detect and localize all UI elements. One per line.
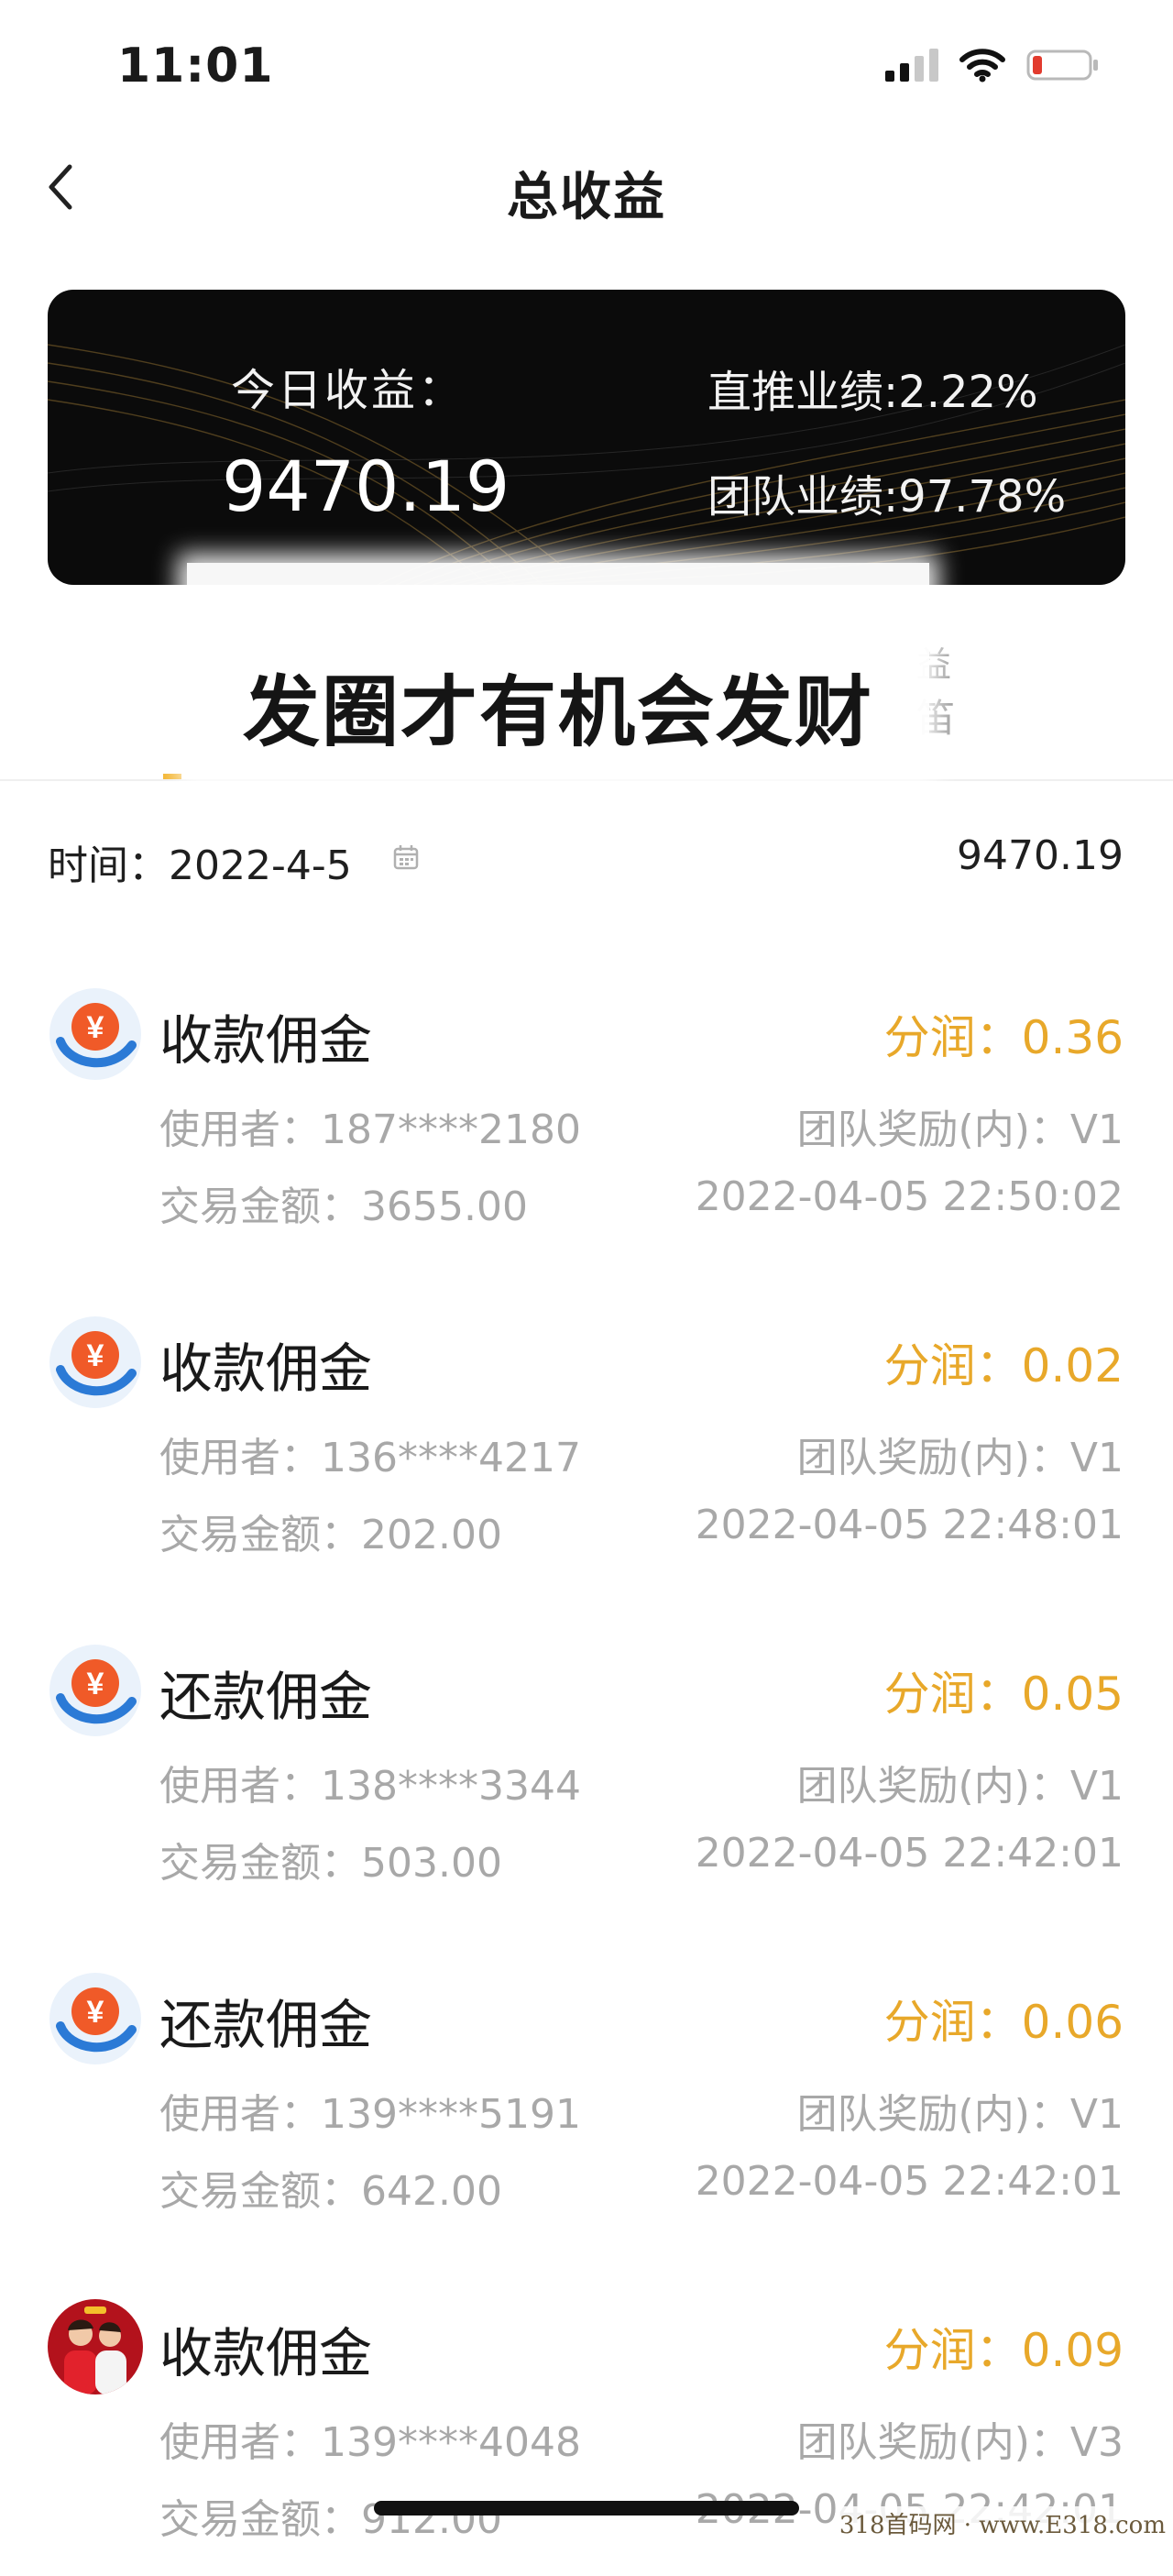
record-time: 2022-04-05 22:42:01 — [695, 1830, 1124, 1877]
watermark: 318首码网 · www.E318.com — [835, 2506, 1169, 2540]
today-earnings-label: 今日收益： — [231, 365, 466, 416]
record-time: 2022-04-05 22:50:02 — [695, 1173, 1124, 1220]
record-user: 使用者：139****5191 — [159, 2091, 581, 2138]
record-share: 分润：0.05 — [883, 1668, 1124, 1721]
calendar-icon[interactable] — [392, 843, 420, 875]
record-type: 收款佣金 — [159, 1338, 373, 1400]
earnings-summary-card: 今日收益： 9470.19 直推业绩:2.22% 团队业绩:97.78% — [48, 290, 1125, 585]
record-share: 分润：0.36 — [883, 1011, 1124, 1064]
svg-text:¥: ¥ — [87, 1010, 104, 1045]
yuan-hand-icon: ¥ — [48, 1643, 143, 1738]
record-level: 团队奖励(内)：V1 — [796, 1106, 1124, 1153]
status-icons — [885, 48, 1100, 83]
record-level: 团队奖励(内)：V1 — [796, 1435, 1124, 1481]
decorative-waves — [48, 344, 1125, 585]
date-filter-row: 时间：2022-4-5 9470.19 — [0, 825, 1173, 898]
record-level: 团队奖励(内)：V1 — [796, 2091, 1124, 2138]
record-amount: 交易金额：642.00 — [159, 2168, 502, 2215]
record-level: 团队奖励(内)：V3 — [796, 2419, 1124, 2466]
record-user: 使用者：187****2180 — [159, 1106, 581, 1153]
cellular-signal-icon — [885, 49, 938, 82]
record-share: 分润：0.06 — [883, 1996, 1124, 2049]
record-time: 2022-04-05 22:48:01 — [695, 1502, 1124, 1548]
list-item[interactable]: ¥ 收款佣金 分润：0.36 使用者：187****2180 团队奖励(内)：V… — [0, 961, 1173, 1263]
record-amount: 交易金额：912.00 — [159, 2496, 502, 2543]
date-total-value: 9470.19 — [957, 832, 1124, 879]
record-type: 收款佣金 — [159, 2322, 373, 2384]
svg-text:¥: ¥ — [87, 1338, 104, 1373]
divider — [0, 779, 1173, 781]
record-type: 收款佣金 — [159, 1009, 373, 1072]
record-level: 团队奖励(内)：V1 — [796, 1763, 1124, 1810]
wifi-icon — [959, 48, 1006, 83]
nav-bar: 总收益 — [0, 138, 1173, 238]
yuan-hand-icon: ¥ — [48, 1971, 143, 2066]
page-title: 总收益 — [507, 168, 666, 227]
record-amount: 交易金额：202.00 — [159, 1512, 502, 1558]
list-item[interactable]: ¥ 还款佣金 分润：0.05 使用者：138****3344 团队奖励(内)：V… — [0, 1617, 1173, 1920]
record-share: 分润：0.02 — [883, 1339, 1124, 1393]
svg-text:¥: ¥ — [87, 1995, 104, 2030]
list-item[interactable]: ¥ 收款佣金 分润：0.02 使用者：136****4217 团队奖励(内)：V… — [0, 1289, 1173, 1591]
yuan-hand-icon: ¥ — [48, 986, 143, 1082]
overlay-banner: 发圈才有机会发财 — [187, 563, 929, 779]
yuan-hand-icon: ¥ — [48, 1315, 143, 1410]
record-share: 分润：0.09 — [883, 2324, 1124, 2377]
record-time: 2022-04-05 22:42:01 — [695, 2158, 1124, 2205]
list-item[interactable]: ¥ 还款佣金 分润：0.06 使用者：139****5191 团队奖励(内)：V… — [0, 1945, 1173, 2248]
record-type: 还款佣金 — [159, 1994, 373, 2056]
home-indicator[interactable] — [374, 2501, 799, 2515]
today-earnings-value: 9470.19 — [222, 446, 510, 527]
user-avatar-icon — [48, 2299, 143, 2394]
team-performance-text: 团队业绩:97.78% — [707, 471, 1067, 523]
overlay-text: 发圈才有机会发财 — [242, 667, 873, 757]
battery-low-icon — [1026, 48, 1100, 83]
svg-text:¥: ¥ — [87, 1667, 104, 1701]
record-amount: 交易金额：3655.00 — [159, 1183, 528, 1230]
date-label[interactable]: 时间：2022-4-5 — [48, 832, 352, 891]
record-user: 使用者：138****3344 — [159, 1763, 581, 1810]
record-user: 使用者：139****4048 — [159, 2419, 581, 2466]
record-type: 还款佣金 — [159, 1666, 373, 1728]
record-user: 使用者：136****4217 — [159, 1435, 581, 1481]
direct-performance-text: 直推业绩:2.22% — [707, 367, 1038, 418]
record-amount: 交易金额：503.00 — [159, 1840, 502, 1887]
status-time: 11:01 — [117, 39, 274, 94]
status-bar: 11:01 — [0, 0, 1173, 128]
